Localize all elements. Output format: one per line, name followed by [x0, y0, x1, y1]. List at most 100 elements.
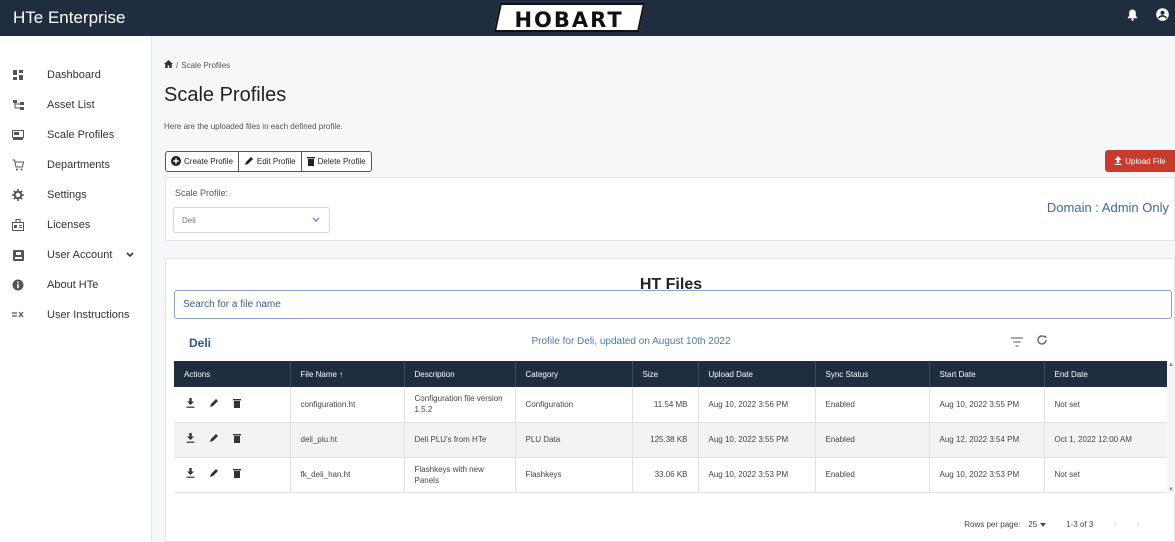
delete-profile-label: Delete Profile: [317, 157, 366, 166]
rows-per-page-select[interactable]: 25: [1028, 520, 1047, 529]
sidebar-item-licenses[interactable]: Licenses: [0, 210, 151, 240]
sidebar-item-user-instructions[interactable]: User Instructions: [0, 300, 151, 330]
info-icon: [12, 279, 24, 291]
row-actions: [174, 457, 291, 493]
table-row[interactable]: configuration.ht Configuration file vers…: [174, 387, 1167, 423]
column-header[interactable]: End Date: [1044, 361, 1167, 387]
edit-profile-button[interactable]: Edit Profile: [239, 152, 302, 171]
scale-profile-select[interactable]: Deli: [173, 207, 330, 233]
scale-icon: [12, 129, 24, 141]
sidebar-item-scale-profiles[interactable]: Scale Profiles: [0, 120, 151, 150]
next-page-icon[interactable]: ›: [1137, 519, 1140, 530]
account-icon[interactable]: [1156, 8, 1169, 21]
end-date-cell: Oct 1, 2022 12:00 AM: [1044, 422, 1167, 458]
start-date-cell: Aug 10, 2022 3:53 PM: [929, 457, 1045, 493]
scroll-down-icon[interactable]: ▼: [1168, 487, 1174, 493]
sidebar-item-label: User Account: [47, 249, 113, 261]
cart-icon: [12, 159, 24, 171]
category-cell: Flashkeys: [515, 457, 633, 493]
sidebar-item-departments[interactable]: Departments: [0, 150, 151, 180]
column-header[interactable]: Size: [632, 361, 699, 387]
upload-date-cell: Aug 10, 2022 3:53 PM: [698, 457, 816, 493]
edit-profile-label: Edit Profile: [256, 157, 296, 166]
upload-date-cell: Aug 10, 2022 3:56 PM: [698, 387, 816, 423]
sidebar-item-dashboard[interactable]: Dashboard: [0, 60, 151, 90]
rows-per-page-label: Rows per page:: [964, 520, 1021, 529]
download-icon[interactable]: [186, 433, 195, 446]
upload-file-button[interactable]: Upload File: [1105, 150, 1175, 172]
sidebar-item-label: Asset List: [47, 99, 95, 111]
file-name-cell: deli_plu.ht: [290, 422, 405, 458]
sidebar-item-settings[interactable]: Settings: [0, 180, 151, 210]
sidebar-item-about[interactable]: About HTe: [0, 270, 151, 300]
home-icon[interactable]: [164, 60, 173, 70]
refresh-icon[interactable]: [1036, 333, 1048, 351]
table-row[interactable]: deli_plu.ht Deli PLU's from HTe PLU Data…: [174, 422, 1167, 458]
pencil-icon[interactable]: [209, 468, 219, 481]
breadcrumb-current: Scale Profiles: [181, 60, 231, 70]
trash-icon[interactable]: [233, 398, 241, 411]
sidebar: Dashboard Asset List Scale Profiles Depa…: [0, 36, 152, 542]
table-row[interactable]: fk_deli_han.ht Flashkeys with new Panels…: [174, 457, 1167, 493]
row-actions: [174, 387, 291, 423]
sidebar-item-label: User Instructions: [47, 309, 130, 321]
create-profile-button[interactable]: Create Profile: [166, 152, 239, 171]
profile-button-group: Create Profile Edit Profile Delete Profi…: [165, 151, 372, 172]
filter-icon[interactable]: [1011, 334, 1023, 352]
profile-info: Profile for Deli, updated on August 10th…: [531, 336, 731, 347]
page-range: 1-3 of 3: [1066, 520, 1094, 529]
column-header[interactable]: Upload Date: [698, 361, 816, 387]
files-table: Actions File Name ↑ Description Category…: [174, 361, 1167, 493]
pencil-icon[interactable]: [209, 398, 219, 411]
profile-selector-card: Scale Profile: Deli Domain : Admin Only: [165, 177, 1175, 241]
app-title: HTe Enterprise: [13, 8, 126, 27]
upload-file-label: Upload File: [1125, 156, 1166, 166]
column-header[interactable]: Sync Status: [815, 361, 930, 387]
description-cell: Flashkeys with new Panels: [404, 457, 516, 493]
scroll-up-icon[interactable]: ▲: [1168, 362, 1174, 368]
column-header[interactable]: Start Date: [929, 361, 1045, 387]
pagination: Rows per page: 25 1-3 of 3 ‹ ›: [964, 519, 1140, 530]
sidebar-item-label: Departments: [47, 159, 110, 171]
file-search-input[interactable]: Search for a file name: [174, 290, 1172, 319]
license-icon: [12, 219, 24, 231]
sidebar-item-asset-list[interactable]: Asset List: [0, 90, 151, 120]
sync-status-cell: Enabled: [815, 422, 930, 458]
column-header[interactable]: Description: [404, 361, 516, 387]
size-cell: 125.38 KB: [632, 422, 699, 458]
rows-per-page-value: 25: [1028, 520, 1038, 529]
dashboard-icon: [12, 69, 24, 81]
size-cell: 33.06 KB: [632, 457, 699, 493]
page-description: Here are the uploaded files in each defi…: [164, 122, 343, 131]
trash-icon[interactable]: [233, 433, 241, 446]
sidebar-item-label: Scale Profiles: [47, 129, 115, 141]
trash-icon[interactable]: [233, 468, 241, 481]
search-placeholder: Search for a file name: [183, 299, 281, 310]
plus-circle-icon: [171, 155, 181, 168]
brand-logo: HOBART: [493, 3, 646, 32]
column-header: Actions: [174, 361, 291, 387]
sidebar-item-label: About HTe: [47, 279, 99, 291]
file-name-cell: fk_deli_han.ht: [290, 457, 405, 493]
upload-icon: [1114, 155, 1122, 167]
page-title: Scale Profiles: [164, 84, 287, 106]
sidebar-item-user-account[interactable]: User Account: [0, 240, 151, 270]
sidebar-item-label: Settings: [47, 189, 87, 201]
pencil-icon: [244, 156, 254, 168]
end-date-cell: Not set: [1044, 457, 1167, 493]
main-content: / Scale Profiles Scale Profiles Here are…: [152, 36, 1175, 542]
download-icon[interactable]: [186, 397, 195, 411]
trash-icon: [306, 156, 315, 168]
table-scrollbar[interactable]: ▲ ▼: [1167, 361, 1175, 494]
download-icon[interactable]: [186, 468, 195, 481]
prev-page-icon[interactable]: ‹: [1113, 519, 1116, 530]
column-header-sortable[interactable]: File Name ↑: [290, 361, 405, 387]
start-date-cell: Aug 12, 2022 3:54 PM: [929, 422, 1045, 458]
chevron-down-icon[interactable]: [126, 249, 134, 261]
column-header[interactable]: Category: [515, 361, 633, 387]
pencil-icon[interactable]: [209, 433, 219, 446]
breadcrumb-separator: /: [176, 60, 179, 70]
bell-icon[interactable]: [1127, 9, 1138, 21]
delete-profile-button[interactable]: Delete Profile: [302, 152, 371, 171]
asset-tree-icon: [12, 99, 24, 111]
